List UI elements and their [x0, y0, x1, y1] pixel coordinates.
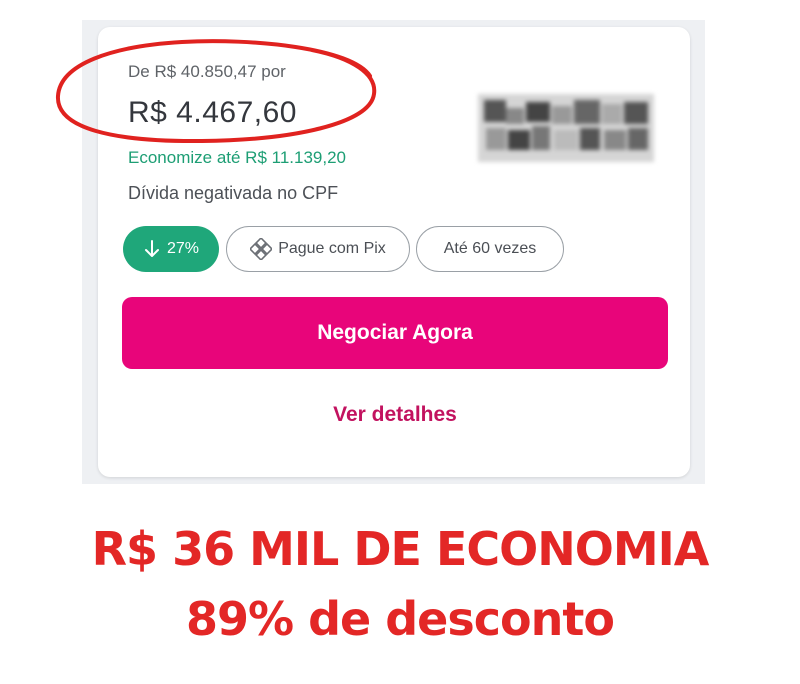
savings-label: Economize até R$ 11.139,20: [128, 148, 346, 167]
debt-info: Dívida negativada no CPF: [128, 183, 339, 203]
pix-chip: Pague com Pix: [226, 226, 410, 272]
discount-badge: 27%: [123, 226, 219, 272]
arrow-down-icon: [144, 240, 159, 257]
installments-label: Até 60 vezes: [443, 240, 537, 257]
pix-icon: [250, 238, 273, 260]
headline-discount: 89% de desconto: [186, 592, 615, 646]
original-price: De R$ 40.850,47 por: [128, 62, 286, 81]
view-details-link[interactable]: Ver detalhes: [122, 403, 668, 427]
installments-chip: Até 60 vezes: [416, 226, 564, 272]
discount-label: 27%: [166, 240, 200, 257]
pix-label: Pague com Pix: [278, 240, 386, 257]
negotiate-now-button[interactable]: Negociar Agora: [122, 297, 668, 369]
pixelated-logo: [478, 94, 654, 162]
offer-price: R$ 4.467,60: [128, 96, 297, 129]
headline-savings: R$ 36 MIL DE ECONOMIA: [91, 522, 710, 576]
